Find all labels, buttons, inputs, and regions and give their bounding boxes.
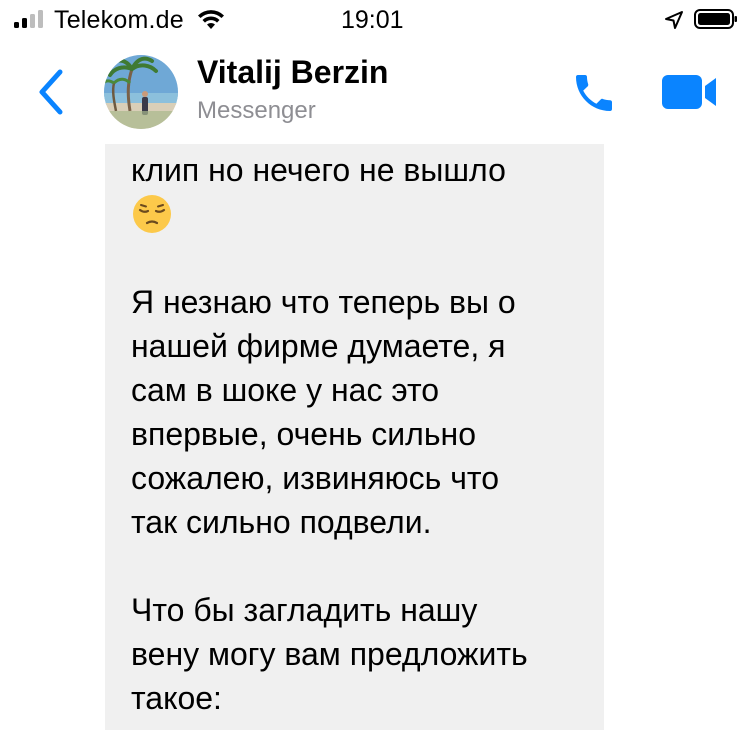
phone-icon[interactable] [569,69,619,117]
battery-icon [694,9,737,29]
status-bar: Telekom.de 19:01 [0,0,750,40]
back-chevron-icon[interactable] [38,69,64,115]
message-bubble[interactable]: клип но нечего не вышло Я незнаю что теп… [105,144,604,730]
message-line: сам в шоке у нас это [131,372,440,408]
message-line: так сильно подвели. [131,504,432,540]
message-line: впервые, очень сильно [131,416,476,452]
conversation-header: Vitalij Berzin Messenger [0,40,750,144]
contact-name: Vitalij Berzin [197,54,389,90]
message-text: клип но нечего не вышло Я незнаю что теп… [131,148,591,720]
pensive-face-emoji [131,192,591,236]
contact-subtitle: Messenger [197,97,316,124]
message-line: нашей фирме думаете, я [131,328,506,364]
clock: 19:01 [341,6,404,34]
message-line: такое: [131,680,222,716]
message-line: вену могу вам предложить [131,636,528,672]
wifi-icon [198,10,224,29]
message-line: сожалею, извиняюсь что [131,460,499,496]
carrier-name: Telekom.de [54,6,184,34]
message-line: клип но нечего не вышло [131,152,506,188]
message-line: Я незнаю что теперь вы о [131,284,516,320]
video-camera-icon[interactable] [662,75,718,109]
contact-avatar[interactable] [104,55,178,129]
location-arrow-icon [665,11,683,29]
signal-bars-icon [14,10,46,28]
message-line: Что бы загладить нашу [131,592,478,628]
